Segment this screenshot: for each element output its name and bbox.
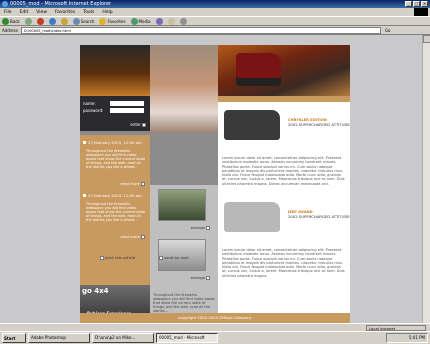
- go-button[interactable]: Go: [385, 28, 391, 33]
- print-button[interactable]: [179, 17, 187, 25]
- menu-view[interactable]: View: [36, 10, 47, 15]
- footer: copyright 2002-2003 Official Company: [80, 313, 350, 323]
- refresh-icon: [48, 17, 56, 25]
- header-jeep-photo: [218, 45, 350, 96]
- bullet-icon: [83, 141, 86, 144]
- article-text: Lorem ipsum dolor sit amet, consectetuer…: [222, 156, 345, 186]
- enlarge-link[interactable]: enlarge: [191, 225, 210, 230]
- media-button[interactable]: Media: [130, 17, 151, 25]
- minimize-button[interactable]: _: [405, 1, 412, 7]
- product-subtitle: 2002 SUPERCHARGED ATTITUDE: [288, 214, 350, 219]
- article-links: print this article send by mail: [100, 255, 189, 260]
- mail-icon: [159, 255, 164, 260]
- name-input[interactable]: [110, 100, 144, 106]
- window-title: 00005_mod - Microsoft Internet Explorer: [10, 1, 112, 7]
- read-more-link[interactable]: read more: [120, 181, 145, 186]
- news-text: Throughout the fireworks webspace you wi…: [86, 202, 146, 223]
- address-bar: Address D:\00005_mod\index.html Go: [0, 26, 430, 35]
- printer-icon: [179, 17, 187, 25]
- forward-button[interactable]: [24, 17, 32, 25]
- product-block: JEEP GRAND 2002 SUPERCHARGED ATTITUDE: [218, 196, 350, 244]
- arrow-box-icon: [141, 234, 145, 239]
- banner-title: go 4x4: [82, 287, 109, 295]
- bullet-icon: [83, 194, 86, 197]
- search-icon: [72, 17, 80, 25]
- news-text: Throughout the fireworks webspace you wi…: [86, 149, 146, 170]
- arrow-box-icon: [206, 225, 210, 230]
- enter-button[interactable]: enter: [130, 122, 146, 127]
- news-date: 23 february 2003, 12:00 am: [88, 193, 142, 198]
- sunset-photo: [80, 45, 150, 96]
- media-icon: [130, 17, 138, 25]
- close-button[interactable]: ×: [421, 1, 428, 7]
- menu-edit[interactable]: Edit: [20, 10, 29, 15]
- pickup-truck-image: [224, 110, 280, 140]
- start-button[interactable]: Start: [2, 333, 26, 343]
- address-input[interactable]: D:\00005_mod\index.html: [20, 26, 381, 34]
- read-more-link[interactable]: read more: [120, 234, 145, 239]
- password-input[interactable]: [110, 107, 144, 113]
- menu-file[interactable]: File: [4, 10, 12, 15]
- name-label: name:: [83, 100, 96, 106]
- favorites-button[interactable]: Favorites: [99, 17, 126, 25]
- mail-button[interactable]: [167, 17, 175, 25]
- maximize-button[interactable]: □: [413, 1, 420, 7]
- star-icon: [99, 17, 107, 25]
- refresh-button[interactable]: [48, 17, 56, 25]
- windows-flag-icon: [414, 8, 428, 16]
- news-item: 23 february 2003, 12:00 am Throughout th…: [83, 193, 147, 243]
- menu-favorites[interactable]: Favorites: [55, 10, 75, 15]
- website: name: password: enter 23 february 2003, …: [80, 45, 350, 323]
- taskbar-item-active[interactable]: 00005_mod - Microsoft: [156, 333, 218, 343]
- taskbar: Start Adobe Photoshop D:\anu\p2 on Mike.…: [0, 331, 430, 344]
- menu-tools[interactable]: Tools: [83, 10, 94, 15]
- status-bar: Local intranet: [0, 323, 430, 331]
- home-icon: [60, 17, 68, 25]
- window-titlebar: 00005_mod - Microsoft Internet Explorer …: [0, 0, 430, 8]
- red-jeep-image: [236, 53, 281, 86]
- clock: 5:41 PM: [386, 333, 428, 343]
- suv-image: [224, 202, 280, 232]
- vertical-scrollbar[interactable]: [422, 35, 430, 323]
- enlarge-link[interactable]: enlarge: [191, 275, 210, 280]
- scroll-up-arrow-icon[interactable]: [423, 35, 430, 43]
- login-panel: name: password: enter: [80, 96, 150, 131]
- stop-button[interactable]: [36, 17, 44, 25]
- arrow-box-icon: [206, 275, 210, 280]
- history-button[interactable]: [155, 17, 163, 25]
- gallery-column: enlarge enlarge Throughout the fireworks…: [150, 185, 218, 323]
- taskbar-item[interactable]: D:\anu\p2 on Mike...: [92, 333, 154, 343]
- mail-icon: [167, 17, 175, 25]
- print-icon: [100, 255, 104, 260]
- taskbar-item[interactable]: Adobe Photoshop: [28, 333, 90, 343]
- product-subtitle: 2002 SUPERCHARGED ATTITUDE: [288, 122, 350, 127]
- send-mail-link[interactable]: send by mail: [159, 255, 189, 260]
- browser-viewport: name: password: enter 23 february 2003, …: [0, 35, 430, 323]
- gray-block: [150, 133, 218, 185]
- content-column: CHRYSLER EDITION 2002 SUPERCHARGED ATTITU…: [218, 102, 350, 323]
- news-item: 23 february 2003, 12:00 am Throughout th…: [83, 140, 147, 190]
- jeep-thumbnail[interactable]: [158, 189, 206, 221]
- forward-arrow-icon: [24, 17, 32, 25]
- browser-toolbar: Back Search Favorites Media: [0, 16, 430, 26]
- arrow-box-icon: [142, 122, 146, 127]
- news-panel: 23 february 2003, 12:00 am Throughout th…: [80, 135, 150, 285]
- product-block: CHRYSLER EDITION 2002 SUPERCHARGED ATTITU…: [218, 104, 350, 152]
- menu-help[interactable]: Help: [102, 10, 112, 15]
- password-label: password:: [83, 107, 104, 113]
- arrow-box-icon: [141, 181, 145, 186]
- print-link[interactable]: print this article: [100, 255, 135, 260]
- history-icon: [155, 17, 163, 25]
- ie-icon: [2, 1, 8, 7]
- menu-bar: File Edit View Favorites Tools Help: [0, 8, 430, 16]
- back-arrow-icon: [2, 17, 9, 25]
- stop-icon: [36, 17, 44, 25]
- gallery-text: Throughout the fireworks webspace you wi…: [153, 293, 215, 314]
- news-date: 23 february 2003, 12:00 am: [88, 140, 142, 145]
- article-text: Lorem ipsum dolor sit amet, consectetuer…: [222, 248, 345, 278]
- address-label: Address: [2, 27, 18, 33]
- back-button[interactable]: Back: [2, 17, 20, 25]
- home-button[interactable]: [60, 17, 68, 25]
- search-button[interactable]: Search: [72, 17, 94, 25]
